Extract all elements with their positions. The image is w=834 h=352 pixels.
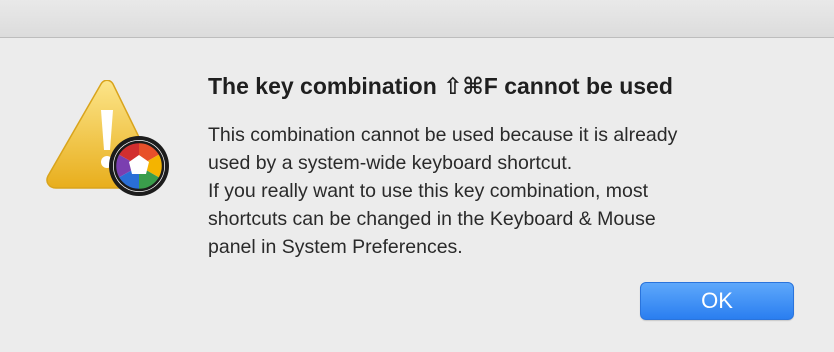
aperture-app-icon (109, 136, 169, 196)
warning-icon (46, 80, 169, 196)
message-line: If you really want to use this key combi… (208, 180, 649, 202)
dialog-title: The key combination ⇧⌘F cannot be used (208, 73, 673, 99)
dialog-message: This combination cannot be used because … (208, 121, 808, 261)
message-line: This combination cannot be used because … (208, 124, 678, 146)
message-line: shortcuts can be changed in the Keyboard… (208, 208, 656, 230)
message-line: panel in System Preferences. (208, 236, 463, 258)
window-titlebar (0, 0, 834, 38)
message-line: used by a system-wide keyboard shortcut. (208, 152, 573, 174)
ok-button[interactable]: OK (640, 282, 794, 320)
